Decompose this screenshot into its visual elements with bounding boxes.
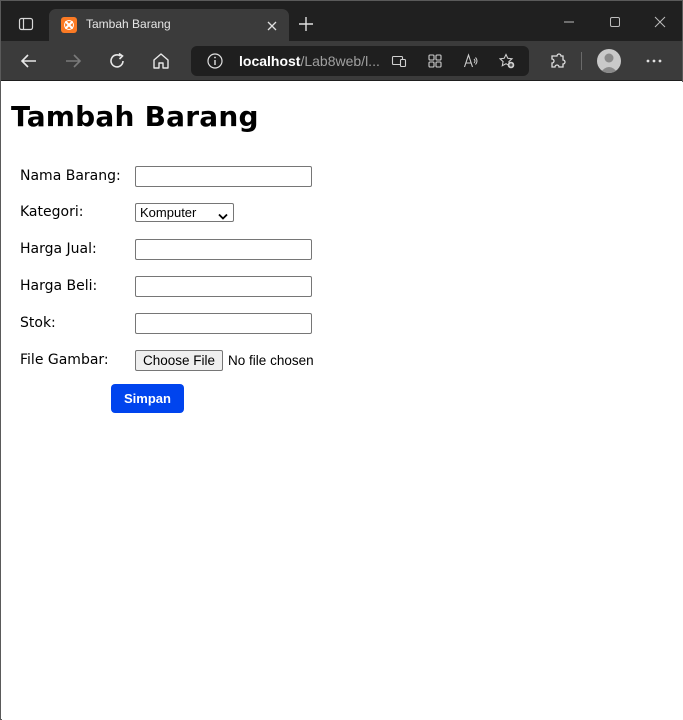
more-menu-icon[interactable] — [644, 51, 664, 71]
choose-file-button[interactable]: Choose File — [135, 349, 224, 371]
chevron-down-icon — [218, 209, 228, 220]
form-row-nama: Nama Barang: — [20, 164, 312, 188]
address-bar[interactable]: localhost/Lab8web/l... — [191, 46, 529, 76]
browser-window: Tambah Barang localhost/Lab8web/l... Tam… — [0, 0, 683, 720]
url-host: localhost — [239, 53, 301, 69]
kategori-selected-value: Komputer — [140, 204, 197, 220]
maximize-icon[interactable] — [607, 14, 623, 30]
tab-active[interactable]: Tambah Barang — [49, 9, 289, 41]
form-row-stok: Stok: — [20, 311, 312, 335]
read-aloud-icon[interactable] — [463, 53, 479, 69]
minimize-icon[interactable] — [561, 14, 577, 30]
kategori-select[interactable]: Komputer — [135, 202, 234, 222]
form-row-harga-jual: Harga Jual: — [20, 237, 312, 261]
form-row-file: File Gambar: Choose File No file chosen — [20, 348, 314, 372]
window-close-icon[interactable] — [652, 14, 668, 30]
harga-jual-input[interactable] — [135, 238, 312, 260]
kategori-label: Kategori: — [20, 204, 84, 220]
url-path: /Lab8web/l... — [300, 53, 380, 69]
simpan-button[interactable]: Simpan — [111, 384, 184, 413]
tab-title: Tambah Barang — [86, 17, 171, 31]
close-icon[interactable] — [265, 18, 279, 32]
add-favorite-icon[interactable] — [498, 53, 515, 69]
home-icon[interactable] — [151, 51, 171, 71]
harga-jual-label: Harga Jual: — [20, 241, 97, 257]
nama-barang-input[interactable] — [135, 165, 312, 187]
page-title: Tambah Barang — [11, 100, 259, 133]
page-content: Tambah Barang Nama Barang: Kategori: Kom… — [2, 82, 683, 720]
file-status-text: No file chosen — [228, 352, 314, 368]
form-row-harga-beli: Harga Beli: — [20, 274, 312, 298]
file-gambar-label: File Gambar: — [20, 352, 109, 368]
plus-icon[interactable] — [297, 15, 315, 33]
app-available-icon[interactable] — [391, 53, 407, 69]
info-icon[interactable] — [207, 53, 223, 69]
toolbar-separator — [581, 52, 582, 70]
apps-grid-icon[interactable] — [427, 53, 443, 69]
nama-barang-label: Nama Barang: — [20, 168, 121, 184]
browser-toolbar: localhost/Lab8web/l... — [1, 41, 682, 81]
harga-beli-input[interactable] — [135, 275, 312, 297]
tab-actions-icon[interactable] — [9, 9, 43, 39]
stok-input[interactable] — [135, 312, 312, 334]
refresh-icon[interactable] — [107, 51, 127, 71]
back-arrow-icon[interactable] — [19, 51, 39, 71]
harga-beli-label: Harga Beli: — [20, 278, 98, 294]
forward-arrow-icon[interactable] — [63, 51, 83, 71]
title-bar: Tambah Barang — [1, 1, 682, 41]
profile-avatar-icon[interactable] — [597, 49, 621, 73]
form-row-kategori: Kategori: Komputer — [20, 200, 234, 224]
stok-label: Stok: — [20, 315, 56, 331]
url-text[interactable]: localhost/Lab8web/l... — [239, 53, 380, 69]
xampp-favicon-icon — [61, 17, 77, 33]
extensions-icon[interactable] — [548, 51, 568, 71]
